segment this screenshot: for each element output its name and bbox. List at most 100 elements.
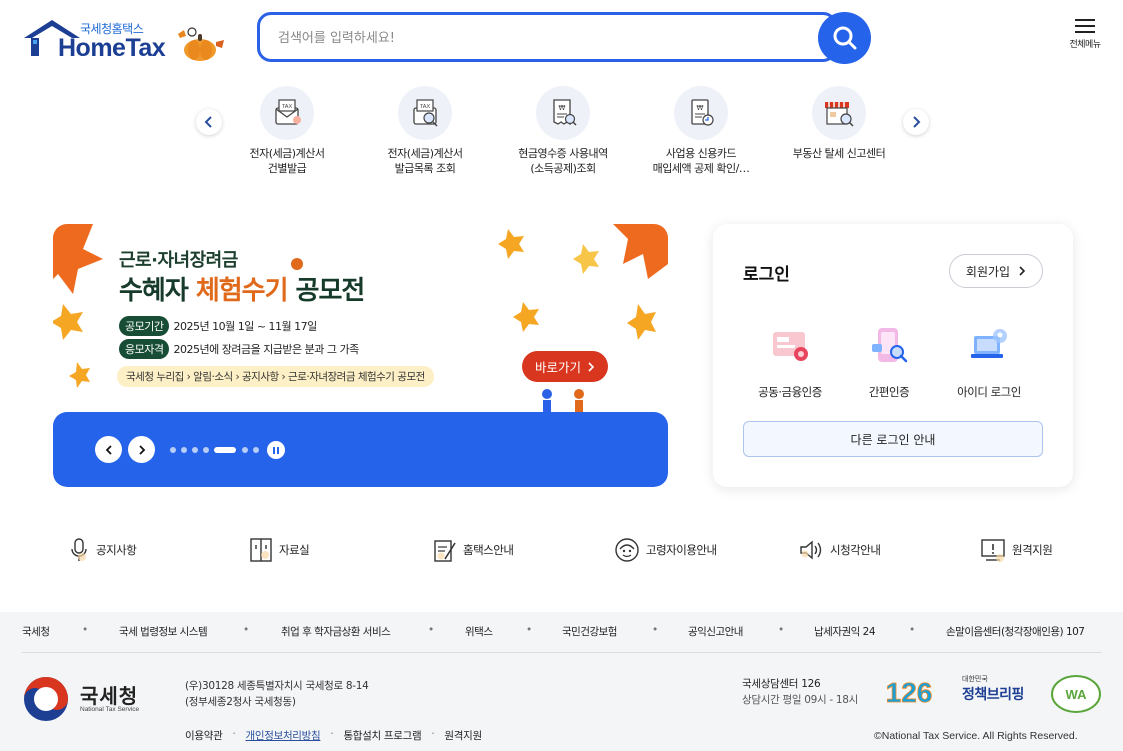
footer: 국세청 • 국세 법령정보 시스템 • 취업 후 학자금상환 서비스 • 위택스… [0, 612, 1123, 751]
banner-breadcrumb: 국세청 누리집 › 알림·소식 › 공지사항 › 근로·자녀장려금 체험수기 공… [117, 366, 434, 387]
other-login-guide-button[interactable]: 다른 로그인 안내 [743, 421, 1043, 457]
pause-icon-bar [277, 446, 279, 454]
call-126-badge-icon[interactable]: 126 [877, 674, 941, 708]
slide-indicator-dot[interactable] [192, 447, 198, 453]
slide-indicator-dot[interactable] [242, 447, 248, 453]
quick-service-item[interactable]: ₩ 현금영수증 사용내역 (소득공제)조회 [498, 86, 628, 176]
svg-text:TAX: TAX [282, 104, 293, 110]
address-line: (우)30128 세종특별자치시 국세청로 8-14 [185, 680, 369, 692]
footer-link-separator: • [428, 624, 434, 636]
slide-indicator-dot[interactable] [170, 447, 176, 453]
chevron-left-icon [105, 444, 112, 455]
privacy-policy-link[interactable]: 개인정보처리방침 [246, 728, 321, 743]
quick-service-item[interactable]: ₩ 사업용 신용카드 매입세액 공제 확인/… [636, 86, 766, 176]
full-menu-button[interactable]: 전체메뉴 [1060, 16, 1110, 60]
quick-service-item[interactable]: TAX 전자(세금)계산서 건별발급 [222, 86, 352, 176]
period-text: 2025년 10월 1일 ~ 11월 17일 [173, 320, 317, 333]
quick-service-item[interactable]: 부동산 탈세 신고센터 [774, 86, 904, 161]
shortcut-audiovisual-guide[interactable]: 시청각안내 [798, 536, 881, 564]
elderly-icon [615, 538, 639, 562]
footer-link[interactable]: 손말이음센터(청각장애인용) 107 [946, 624, 1085, 639]
tax-invoice-envelope-icon: TAX [260, 86, 314, 140]
nts-logo: 국세청 National Tax Service [22, 676, 162, 722]
id-login-laptop-icon [971, 329, 1007, 358]
banner-title-line2: 수혜자 체험수기 공모전 [119, 270, 365, 307]
tax-invoice-search-icon: TAX [398, 86, 452, 140]
call-center-info: 국세상담센터 126 상담시간 평일 09시 - 18시 [742, 676, 858, 708]
banner-go-button[interactable]: 바로가기 [522, 351, 608, 382]
cash-receipt-search-icon: ₩ [536, 86, 590, 140]
footer-related-links: 국세청 • 국세 법령정보 시스템 • 취업 후 학자금상환 서비스 • 위택스… [0, 624, 1123, 640]
shortcut-elderly-guide[interactable]: 고령자이용안내 [614, 536, 717, 564]
footer-link[interactable]: 취업 후 학자금상환 서비스 [281, 624, 391, 639]
footer-link[interactable]: 위택스 [465, 624, 493, 639]
shortcut-label: 홈택스안내 [463, 543, 514, 557]
quick-service-label: 부동산 탈세 신고센터 [792, 147, 886, 160]
footer-link[interactable]: 국민건강보험 [562, 624, 617, 639]
period-tag: 공모기간 [119, 316, 170, 336]
hamburger-icon [1075, 19, 1095, 21]
slide-indicator-dot[interactable] [181, 447, 187, 453]
simple-auth-phone-icon [872, 328, 908, 363]
search-box[interactable] [257, 12, 837, 62]
promo-banner[interactable]: 근로·자녀장려금 수혜자 체험수기 공모전 공모기간 2025년 10월 1일 … [53, 224, 668, 487]
quick-service-label: 전자(세금)계산서 발급목록 조회 [387, 147, 463, 175]
signup-button[interactable]: 회원가입 [949, 254, 1043, 288]
credit-card-document-icon: ₩ [674, 86, 728, 140]
hometax-logo[interactable]: 국세청홈택스 HomeTax [22, 18, 224, 62]
search-input[interactable] [278, 27, 798, 49]
banner-title-line1: 근로·자녀장려금 [119, 250, 238, 271]
terms-link[interactable]: 이용약관 [185, 728, 223, 743]
svg-text:₩: ₩ [559, 104, 566, 112]
search-button[interactable] [818, 12, 871, 64]
footer-link[interactable]: 공익신고안내 [688, 624, 743, 639]
signup-label: 회원가입 [965, 264, 1011, 279]
shortcut-remote-support[interactable]: 원격지원 [980, 536, 1053, 564]
banner-controls [53, 412, 668, 487]
banner-prev-button[interactable] [95, 436, 122, 463]
web-accessibility-mark-icon[interactable]: WA [1050, 674, 1102, 714]
shortcut-label: 자료실 [279, 543, 310, 557]
policy-badge-small: 대한민국 [962, 675, 988, 683]
shortcut-notice[interactable]: 공지사항 [68, 536, 137, 564]
footer-link-separator: • [82, 624, 88, 636]
footer-link[interactable]: 국세청 [22, 624, 50, 639]
shortcut-hometax-guide[interactable]: 홈택스안내 [433, 536, 514, 564]
footer-address: (우)30128 세종특별자치시 국세청로 8-14 (정부세종2청사 국세청동… [185, 678, 369, 710]
footer-link[interactable]: 국세 법령정보 시스템 [119, 624, 208, 639]
chevron-right-icon [138, 444, 145, 455]
certificate-icon [773, 332, 808, 361]
slide-indicator-dot[interactable] [203, 447, 209, 453]
banner-next-button[interactable] [128, 436, 155, 463]
nts-name-english: National Tax Service [80, 706, 140, 713]
policy-briefing-badge[interactable]: 대한민국 정책브리핑 [962, 674, 1034, 710]
slide-indicator-dot[interactable] [253, 447, 259, 453]
banner-period-row: 공모기간 2025년 10월 1일 ~ 11월 17일 [119, 316, 317, 336]
banner-eligibility-row: 응모자격 2025년에 장려금을 지급받은 분과 그 가족 [119, 339, 359, 359]
policy-badge-text: 정책브리핑 [962, 687, 1024, 703]
footer-link-separator: • [526, 624, 532, 636]
nts-name: 국세청 [80, 684, 139, 708]
slide-indicator-dot-active[interactable] [214, 447, 236, 453]
svg-text:TAX: TAX [420, 104, 431, 110]
chevron-left-icon [204, 116, 212, 128]
taegeuk-emblem-icon [24, 677, 68, 721]
banner-pause-button[interactable] [267, 441, 285, 459]
call-center-name: 국세상담센터 126 [742, 678, 821, 690]
remote-support-link[interactable]: 원격지원 [444, 728, 482, 743]
chevron-right-icon [913, 116, 921, 128]
cabinet-icon [250, 538, 272, 562]
quick-service-label: 전자(세금)계산서 건별발급 [249, 147, 325, 175]
shortcut-library[interactable]: 자료실 [249, 536, 310, 564]
quick-service-item[interactable]: TAX 전자(세금)계산서 발급목록 조회 [360, 86, 490, 176]
store-search-icon [812, 86, 866, 140]
quick-service-next-button[interactable] [903, 109, 929, 135]
cert-login-option[interactable]: 공동·금융인증 [745, 322, 835, 400]
microphone-icon [71, 538, 87, 561]
shortcut-label: 시청각안내 [830, 543, 881, 557]
simple-auth-option[interactable]: 간편인증 [844, 322, 934, 400]
id-login-option[interactable]: 아이디 로그인 [944, 322, 1034, 400]
install-program-link[interactable]: 통합설치 프로그램 [343, 728, 421, 743]
quick-service-prev-button[interactable] [196, 109, 222, 135]
footer-link[interactable]: 납세자권익 24 [814, 624, 876, 639]
